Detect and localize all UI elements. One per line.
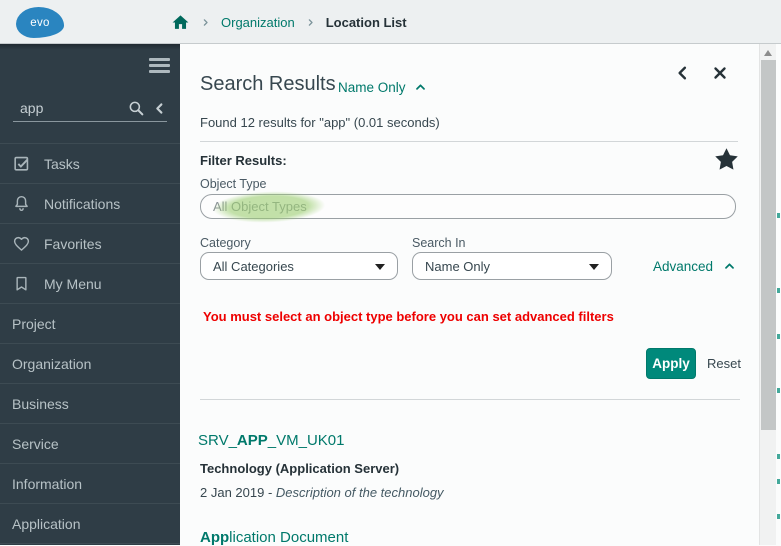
validation-warning: You must select an object type before yo…: [203, 309, 614, 324]
sidebar-item-label: Application: [12, 515, 81, 532]
back-icon[interactable]: [674, 64, 692, 82]
hamburger-icon[interactable]: [149, 58, 170, 76]
apply-button[interactable]: Apply: [646, 348, 696, 379]
dropdown-arrow-icon: [589, 264, 599, 270]
scroll-match-tick: [777, 388, 780, 393]
scroll-match-tick: [777, 213, 780, 218]
sidebar-header: [0, 44, 180, 88]
chevron-up-icon: [413, 81, 428, 94]
home-icon[interactable]: [171, 13, 190, 32]
scrollbar-up-arrow-icon[interactable]: [764, 50, 772, 56]
result-description: Description of the technology: [275, 485, 444, 500]
scroll-match-tick: [777, 334, 780, 339]
object-type-input[interactable]: All Object Types: [192, 183, 736, 231]
scroll-match-tick: [777, 514, 780, 519]
sidebar-item-service[interactable]: Service: [0, 424, 180, 464]
chevron-up-icon: [722, 260, 737, 273]
reset-link[interactable]: Reset: [707, 356, 741, 371]
sidebar-item-label: Service: [12, 435, 59, 452]
result-date-description: 2 Jan 2019 - Description of the technolo…: [200, 485, 444, 500]
sidebar-item-label: Favorites: [44, 235, 102, 252]
scrollbar-track[interactable]: [759, 44, 776, 545]
sidebar-item-business[interactable]: Business: [0, 384, 180, 424]
result-name-match: APP: [236, 432, 268, 449]
scope-label: Name Only: [338, 80, 406, 95]
category-value: All Categories: [213, 258, 294, 274]
result-name-post: _VM_UK01: [267, 432, 345, 449]
scrollbar-thumb[interactable]: [761, 60, 776, 430]
sidebar-search-input[interactable]: app: [20, 100, 43, 116]
result-link[interactable]: SRV_APP_VM_UK01: [198, 432, 344, 449]
divider: [200, 141, 738, 142]
sidebar-item-label: Project: [12, 315, 56, 332]
sidebar-item-organization[interactable]: Organization: [0, 344, 180, 384]
logo-text: evo: [30, 16, 50, 29]
search-icon[interactable]: [127, 99, 145, 117]
filter-heading: Filter Results:: [200, 153, 287, 168]
search-in-label: Search In: [412, 236, 466, 250]
result-date: 2 Jan 2019 -: [200, 485, 276, 500]
result-name-pre: SRV_: [198, 432, 237, 449]
notifications-bell-icon: [12, 194, 31, 213]
search-in-select[interactable]: Name Only: [412, 252, 612, 280]
tasks-icon: [12, 154, 31, 173]
sidebar-item-notifications[interactable]: Notifications: [0, 184, 180, 224]
sidebar-item-favorites[interactable]: Favorites: [0, 224, 180, 264]
scroll-match-tick: [777, 288, 780, 293]
my-menu-bookmark-icon: [12, 274, 31, 293]
result-type: Technology (Application Server): [200, 461, 400, 476]
result-name-match: App: [200, 529, 230, 546]
breadcrumb-organization[interactable]: Organization: [221, 15, 295, 30]
scroll-match-tick: [777, 454, 780, 459]
search-results-panel: Search Results Name Only Found 12 result…: [180, 44, 781, 546]
breadcrumb-chevron-icon: [306, 17, 315, 28]
sidebar-item-label: Organization: [12, 355, 92, 372]
evo-logo[interactable]: evo: [16, 7, 64, 38]
advanced-toggle[interactable]: Advanced: [653, 259, 737, 274]
category-select[interactable]: All Categories: [200, 252, 398, 280]
sidebar: app Tasks Notifications Favorites My Men…: [0, 44, 180, 545]
sidebar-item-label: Notifications: [44, 195, 121, 212]
dropdown-arrow-icon: [375, 264, 385, 270]
result-link[interactable]: Application Document: [200, 529, 348, 546]
result-name-post: lication Document: [229, 529, 349, 546]
close-icon[interactable]: [711, 64, 729, 82]
sidebar-item-label: Business: [12, 395, 69, 412]
sidebar-item-my-menu[interactable]: My Menu: [0, 264, 180, 304]
sidebar-item-application[interactable]: Application: [0, 504, 180, 544]
sidebar-item-tasks[interactable]: Tasks: [0, 144, 180, 184]
results-summary: Found 12 results for "app" (0.01 seconds…: [200, 115, 440, 130]
breadcrumb-chevron-icon: [201, 17, 210, 28]
sidebar-item-label: My Menu: [44, 275, 102, 292]
sidebar-item-label: Tasks: [44, 155, 80, 172]
favorite-star-icon[interactable]: [713, 146, 740, 173]
category-label: Category: [200, 236, 251, 250]
search-underline: [13, 121, 167, 122]
object-type-value: All Object Types: [213, 199, 307, 214]
search-in-value: Name Only: [425, 258, 491, 274]
breadcrumb: Organization Location List: [171, 0, 407, 44]
search-scope-toggle[interactable]: Name Only: [338, 80, 428, 95]
favorites-heart-icon: [12, 234, 31, 253]
collapse-left-icon[interactable]: [152, 100, 167, 117]
sidebar-item-label: Information: [12, 475, 83, 492]
object-type-label: Object Type: [200, 177, 267, 191]
sidebar-menu: Tasks Notifications Favorites My Menu Pr…: [0, 143, 180, 544]
page-title: Search Results: [200, 73, 336, 95]
divider: [200, 399, 740, 400]
sidebar-item-information[interactable]: Information: [0, 464, 180, 504]
advanced-label: Advanced: [652, 259, 713, 274]
breadcrumb-current: Location List: [325, 14, 407, 30]
sidebar-search[interactable]: app: [0, 88, 180, 143]
scroll-match-tick: [777, 479, 780, 484]
sidebar-item-project[interactable]: Project: [0, 304, 180, 344]
top-bar: evo Organization Location List: [0, 0, 781, 44]
